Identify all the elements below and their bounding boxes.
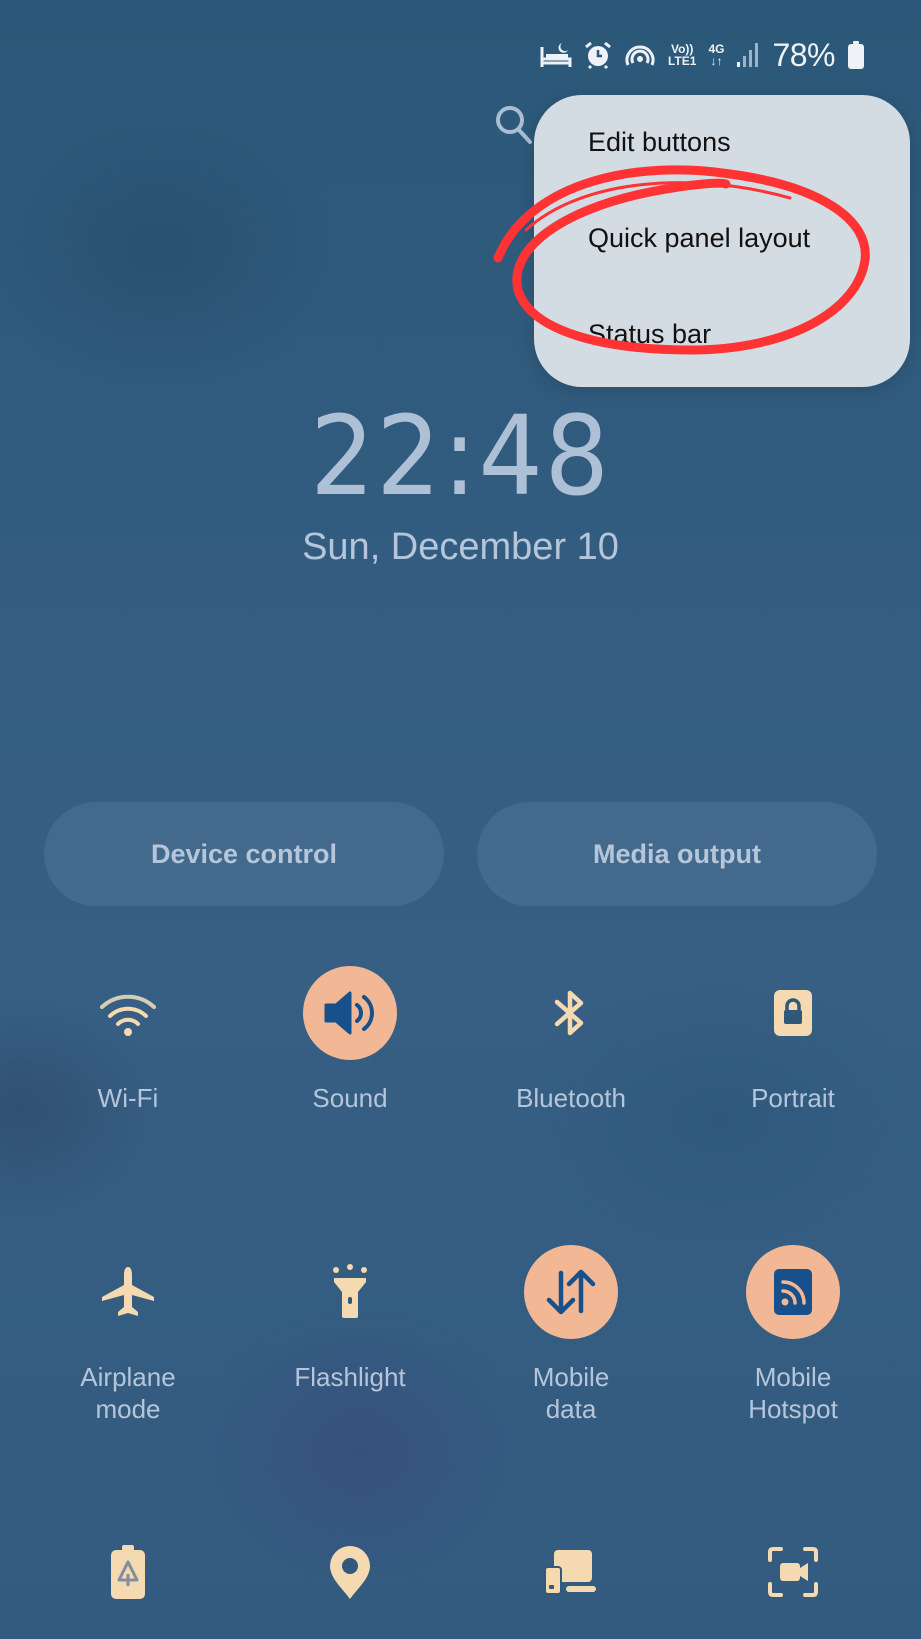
tile-location[interactable] — [250, 1525, 450, 1619]
overflow-menu: Edit buttons Quick panel layout Status b… — [534, 95, 910, 387]
media-output-button[interactable]: Media output — [477, 802, 877, 906]
tile-sound[interactable]: Sound — [250, 966, 450, 1114]
tile-mobile-data[interactable]: Mobile data — [471, 1245, 671, 1425]
tile-label: Wi-Fi — [97, 1083, 159, 1113]
tile-airplane-mode[interactable]: Airplane mode — [28, 1245, 228, 1425]
tile-label-line: Airplane — [80, 1362, 176, 1392]
location-icon — [303, 1525, 397, 1619]
tile-power-saving[interactable] — [28, 1525, 228, 1619]
tile-label-line: mode — [95, 1394, 161, 1424]
tile-label: Mobile Hotspot — [693, 1361, 893, 1425]
device-link-icon — [524, 1525, 618, 1619]
power-saving-icon — [81, 1525, 175, 1619]
menu-item-quick-panel-layout[interactable]: Quick panel layout — [588, 223, 810, 254]
tile-mobile-hotspot[interactable]: Mobile Hotspot — [693, 1245, 893, 1425]
tile-label: Airplane mode — [28, 1361, 228, 1425]
screen-recorder-icon — [746, 1525, 840, 1619]
portrait-lock-icon — [746, 966, 840, 1060]
search-icon[interactable] — [494, 104, 534, 146]
tile-portrait[interactable]: Portrait — [693, 966, 893, 1114]
tile-label: Portrait — [751, 1083, 835, 1113]
sound-icon — [303, 966, 397, 1060]
airplane-icon — [81, 1245, 175, 1339]
data-arrows-icon: ↓↑ — [710, 54, 723, 68]
wifi-icon — [81, 966, 175, 1060]
tile-label-line: Hotspot — [748, 1394, 838, 1424]
bluetooth-icon — [524, 966, 618, 1060]
tile-label: Sound — [312, 1083, 388, 1113]
clock-date[interactable]: Sun, December 10 — [0, 526, 921, 569]
tile-wifi[interactable]: Wi-Fi — [28, 966, 228, 1114]
tile-label-line: data — [545, 1394, 597, 1424]
status-bar: Vo)) LTE1 4G ↓↑ 78% — [540, 34, 865, 76]
mobile-data-icon — [524, 1245, 618, 1339]
flashlight-icon — [303, 1245, 397, 1339]
hotspot-icon — [746, 1245, 840, 1339]
lte-label: LTE1 — [667, 54, 697, 68]
sleep-mode-icon — [540, 43, 572, 67]
menu-item-status-bar[interactable]: Status bar — [588, 319, 711, 350]
menu-item-edit-buttons[interactable]: Edit buttons — [588, 127, 731, 158]
signal-strength-icon — [737, 43, 759, 67]
tile-label: Mobile data — [471, 1361, 671, 1425]
volte-indicator: Vo)) LTE1 — [668, 43, 696, 67]
alarm-icon — [585, 41, 611, 69]
tile-label: Flashlight — [294, 1362, 406, 1392]
tile-device-link[interactable] — [471, 1525, 671, 1619]
tile-label: Bluetooth — [516, 1083, 626, 1113]
tile-flashlight[interactable]: Flashlight — [250, 1245, 450, 1393]
network-type-indicator: 4G ↓↑ — [708, 43, 724, 67]
hotspot-active-icon — [625, 45, 655, 66]
tile-bluetooth[interactable]: Bluetooth — [471, 966, 671, 1114]
device-control-button[interactable]: Device control — [44, 802, 444, 906]
battery-icon — [848, 41, 864, 69]
tile-label-line: Mobile — [754, 1362, 832, 1392]
tile-label-line: Mobile — [532, 1362, 610, 1392]
battery-percent: 78% — [772, 36, 835, 73]
tile-screen-recorder[interactable] — [693, 1525, 893, 1619]
clock-time[interactable]: 22:48 — [37, 392, 884, 520]
